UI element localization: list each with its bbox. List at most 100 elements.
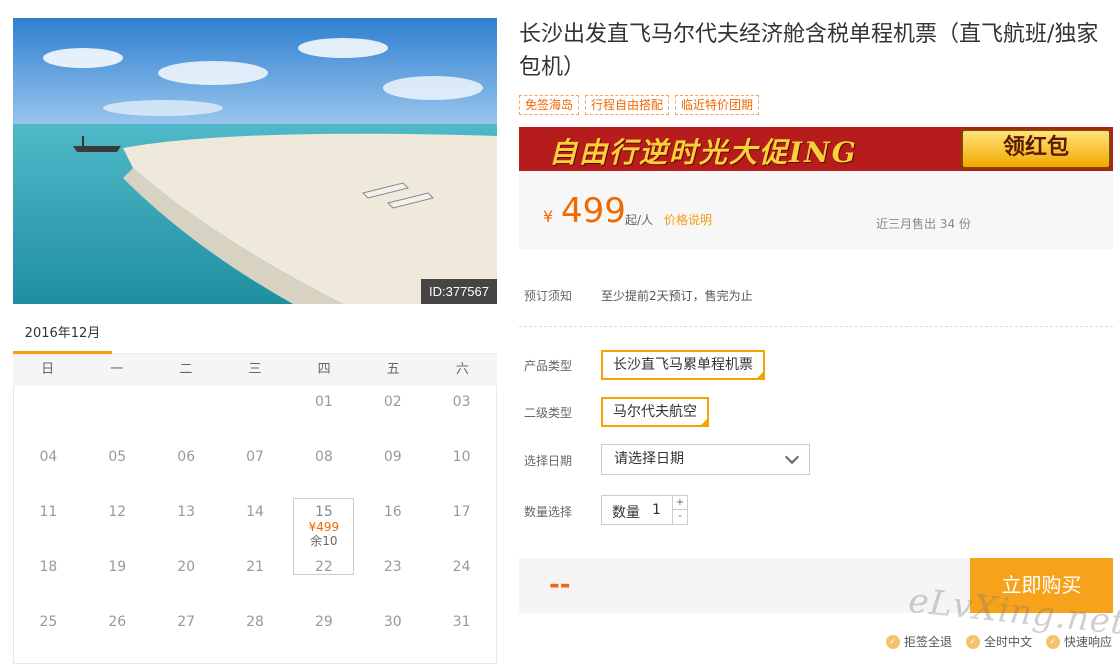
calendar-day: 26 [108, 614, 127, 630]
calendar-month-tab[interactable]: 2016年12月 [13, 318, 112, 354]
calendar-day: 12 [108, 504, 127, 520]
available-day-number: 15 [314, 504, 333, 520]
quantity-inner-label: 数量 [612, 505, 640, 521]
guarantee-item: ✓ 快速响应 [1045, 633, 1112, 650]
calendar-day: 10 [452, 449, 471, 465]
guarantee-item: ✓ 全时中文 [965, 633, 1032, 650]
calendar-day: 03 [452, 394, 471, 410]
calendar-day: 01 [314, 394, 333, 410]
product-tags: 免签海岛 行程自由搭配 临近特价团期 [519, 95, 760, 115]
price-explanation-link[interactable]: 价格说明 [664, 211, 712, 228]
calendar-day: 13 [177, 504, 196, 520]
calendar-day: 27 [177, 614, 196, 630]
calendar-day: 17 [452, 504, 471, 520]
booking-notice-text: 至少提前2天预订，售完为止 [601, 289, 753, 303]
calendar-grid: 01 02 03 04 05 06 07 08 09 10 11 12 13 1… [13, 386, 497, 664]
check-badge-icon: ✓ [1045, 634, 1060, 649]
total-price: -- [549, 570, 571, 600]
promo-banner[interactable]: 自由行逆时光大促ING 领红包 [519, 127, 1113, 171]
calendar-day: 18 [39, 559, 58, 575]
calendar-day: 25 [39, 614, 58, 630]
product-type-value: 长沙直飞马累单程机票 [613, 357, 753, 373]
calendar-day: 24 [452, 559, 471, 575]
beach-photo [13, 18, 497, 304]
weekday: 三 [248, 362, 262, 377]
calendar-day: 09 [383, 449, 402, 465]
price-currency: ¥ [543, 207, 554, 226]
calendar-day: 07 [246, 449, 264, 465]
quantity-buttons: + - [672, 496, 687, 524]
calendar-day: 14 [246, 504, 264, 520]
calendar-day: 16 [383, 504, 402, 520]
weekday: 六 [455, 362, 469, 377]
calendar-week-row: 18 19 20 21 22 23 24 [14, 551, 496, 606]
calendar-day: 21 [246, 559, 264, 575]
price-unit: 起/人 [625, 213, 654, 227]
chevron-down-icon [784, 449, 800, 465]
calendar-day: 20 [177, 559, 196, 575]
quantity-decrement-button[interactable]: - [673, 510, 687, 524]
check-icon: ✓ [757, 371, 763, 379]
date-select-value: 请选择日期 [614, 451, 684, 467]
product-type-option[interactable]: 长沙直飞马累单程机票 ✓ [601, 350, 765, 380]
promo-banner-text: 自由行逆时光大促ING [549, 136, 858, 169]
calendar-day: 19 [108, 559, 127, 575]
sub-type-value: 马尔代夫航空 [613, 404, 697, 420]
calendar-week-row: 04 05 06 07 08 09 10 [14, 441, 496, 496]
calendar-day: 11 [39, 504, 58, 520]
select-date-label: 选择日期 [524, 454, 573, 468]
check-icon: ✓ [701, 418, 707, 426]
calendar-day: 29 [314, 614, 333, 630]
calendar-week-row: 01 02 03 [14, 386, 496, 441]
calendar-week-row: 11 12 13 14 15 ¥499 余10 16 17 [14, 496, 496, 575]
product-tag: 临近特价团期 [675, 95, 760, 115]
sold-count: 近三月售出 34 份 [876, 217, 971, 231]
weekday: 四 [317, 362, 331, 377]
weekday: 二 [179, 362, 193, 377]
price-amount: 499 [561, 191, 626, 231]
quantity-increment-button[interactable]: + [673, 496, 687, 510]
divider [519, 326, 1113, 327]
weekday: 日 [41, 362, 55, 377]
calendar-day: 30 [383, 614, 402, 630]
calendar-day: 23 [383, 559, 402, 575]
available-day-price: ¥499 [308, 520, 340, 534]
calendar-day: 28 [246, 614, 264, 630]
calendar-day: 06 [177, 449, 196, 465]
calendar-day [14, 386, 83, 441]
calendar-day: 08 [314, 449, 333, 465]
calendar-day [152, 386, 221, 441]
product-tag: 行程自由搭配 [585, 95, 670, 115]
quantity-value[interactable]: 1 [652, 502, 661, 518]
calendar-month-bar: 2016年12月 [13, 318, 497, 354]
calendar-day [83, 386, 152, 441]
calendar-day: 05 [108, 449, 127, 465]
calendar-day-available[interactable]: 15 ¥499 余10 [289, 496, 358, 575]
sub-type-option[interactable]: 马尔代夫航空 ✓ [601, 397, 709, 427]
sub-type-label: 二级类型 [524, 406, 573, 420]
service-guarantees: ✓ 拒签全退 ✓ 全时中文 ✓ 快速响应 [885, 633, 1112, 650]
check-badge-icon: ✓ [885, 634, 900, 649]
weekday: 五 [386, 362, 400, 377]
calendar-day: 22 [314, 559, 333, 575]
product-image: ID:377567 [13, 18, 497, 304]
product-title: 长沙出发直飞马尔代夫经济舱含税单程机票（直飞航班/独家包机） [519, 22, 1099, 80]
calendar-week-row: 25 26 27 28 29 30 31 [14, 606, 496, 661]
guarantee-item: ✓ 拒签全退 [885, 633, 952, 650]
product-type-label: 产品类型 [524, 359, 573, 373]
date-select[interactable]: 请选择日期 [601, 444, 810, 475]
quantity-label: 数量选择 [524, 505, 573, 519]
calendar-day: 04 [39, 449, 58, 465]
product-tag: 免签海岛 [519, 95, 580, 115]
check-badge-icon: ✓ [965, 634, 980, 649]
booking-notice-label: 预订须知 [524, 289, 573, 303]
get-red-packet-button[interactable]: 领红包 [961, 129, 1111, 169]
product-id-badge: ID:377567 [421, 279, 497, 304]
quantity-stepper[interactable]: 数量 1 + - [601, 495, 688, 525]
calendar-day: 02 [383, 394, 402, 410]
calendar-weekdays: 日 一 二 三 四 五 六 [13, 354, 497, 386]
weekday: 一 [110, 362, 124, 377]
calendar-day [221, 386, 290, 441]
price-box: ¥ 499 起/人 价格说明 近三月售出 34 份 [519, 171, 1113, 249]
available-day-remaining: 余10 [310, 534, 338, 548]
